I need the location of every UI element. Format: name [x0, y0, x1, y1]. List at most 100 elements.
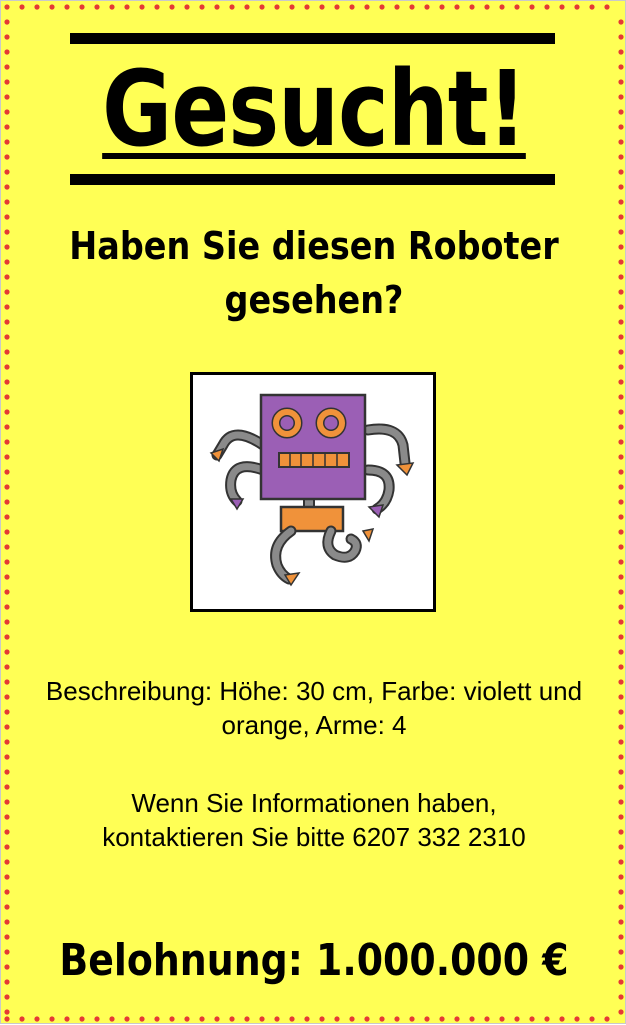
- poster-subtitle: Haben Sie diesen Roboter gesehen?: [65, 219, 563, 327]
- border-dot: [274, 4, 280, 10]
- border-dot: [618, 154, 624, 160]
- border-dot: [439, 4, 445, 10]
- border-dot: [4, 289, 10, 295]
- border-dot: [229, 1016, 235, 1022]
- border-dot: [4, 724, 10, 730]
- border-dot: [199, 1016, 205, 1022]
- border-dot: [4, 499, 10, 505]
- border-dot: [618, 949, 624, 955]
- border-dot: [544, 1016, 550, 1022]
- border-dot: [589, 4, 595, 10]
- border-dot: [618, 289, 624, 295]
- border-dot: [618, 439, 624, 445]
- border-dot: [618, 904, 624, 910]
- border-dot: [529, 1016, 535, 1022]
- border-dot: [304, 4, 310, 10]
- border-dot: [4, 994, 10, 1000]
- border-dot: [139, 1016, 145, 1022]
- border-dot: [618, 19, 624, 25]
- border-dot: [4, 949, 10, 955]
- poster-title: Gesucht!: [57, 45, 570, 173]
- border-dot: [349, 1016, 355, 1022]
- title-rule-bottom: [70, 174, 555, 185]
- border-dot: [364, 1016, 370, 1022]
- border-dot: [4, 259, 10, 265]
- border-dot: [574, 4, 580, 10]
- border-dot: [139, 4, 145, 10]
- border-dot: [4, 19, 10, 25]
- border-dot: [4, 859, 10, 865]
- border-dot: [4, 529, 10, 535]
- border-dot: [618, 994, 624, 1000]
- border-dot: [514, 4, 520, 10]
- border-dot: [4, 424, 10, 430]
- border-dot: [4, 844, 10, 850]
- border-dot: [334, 1016, 340, 1022]
- border-dot: [618, 379, 624, 385]
- subtitle-line-2: gesehen?: [224, 278, 404, 322]
- border-dot: [618, 799, 624, 805]
- border-dot: [439, 1016, 445, 1022]
- title-rule-top: [70, 33, 555, 44]
- border-dot: [94, 1016, 100, 1022]
- border-dot: [618, 739, 624, 745]
- border-dot: [618, 34, 624, 40]
- border-dot: [618, 469, 624, 475]
- border-dot: [618, 229, 624, 235]
- border-dot: [4, 589, 10, 595]
- border-dot: [4, 604, 10, 610]
- border-dot: [544, 4, 550, 10]
- border-dot: [618, 169, 624, 175]
- border-dot: [618, 544, 624, 550]
- border-dot: [34, 1016, 40, 1022]
- border-dot: [559, 1016, 565, 1022]
- border-dot: [154, 4, 160, 10]
- border-dot: [618, 244, 624, 250]
- border-dot: [618, 694, 624, 700]
- border-dot: [4, 169, 10, 175]
- border-dot: [618, 574, 624, 580]
- border-dot: [618, 889, 624, 895]
- border-dot: [244, 1016, 250, 1022]
- border-dot: [19, 4, 25, 10]
- border-dot: [618, 844, 624, 850]
- border-dot: [4, 349, 10, 355]
- border-dot: [604, 4, 610, 10]
- border-dot: [274, 1016, 280, 1022]
- border-dot: [618, 829, 624, 835]
- border-dot: [618, 634, 624, 640]
- border-dot: [4, 439, 10, 445]
- border-dot: [4, 34, 10, 40]
- border-dot: [514, 1016, 520, 1022]
- border-dot: [618, 664, 624, 670]
- border-dot: [214, 4, 220, 10]
- border-dot: [618, 49, 624, 55]
- border-dot: [4, 154, 10, 160]
- border-dot: [618, 214, 624, 220]
- border-dot: [618, 724, 624, 730]
- robot-illustration: [209, 393, 415, 587]
- border-dot: [618, 619, 624, 625]
- border-dot: [4, 94, 10, 100]
- border-dot: [4, 814, 10, 820]
- border-dot: [618, 79, 624, 85]
- border-dot: [4, 904, 10, 910]
- border-dot: [618, 559, 624, 565]
- border-dot: [618, 919, 624, 925]
- border-dot: [64, 1016, 70, 1022]
- border-dot: [79, 1016, 85, 1022]
- border-dot: [334, 4, 340, 10]
- border-dot: [618, 409, 624, 415]
- border-dot: [4, 694, 10, 700]
- border-dot: [109, 1016, 115, 1022]
- border-dot: [618, 139, 624, 145]
- border-dot: [379, 1016, 385, 1022]
- border-dot: [618, 979, 624, 985]
- border-dot: [4, 229, 10, 235]
- border-dot: [618, 94, 624, 100]
- border-dot: [604, 1016, 610, 1022]
- border-dot: [4, 124, 10, 130]
- border-dot: [4, 469, 10, 475]
- border-dot: [4, 559, 10, 565]
- border-dot: [4, 244, 10, 250]
